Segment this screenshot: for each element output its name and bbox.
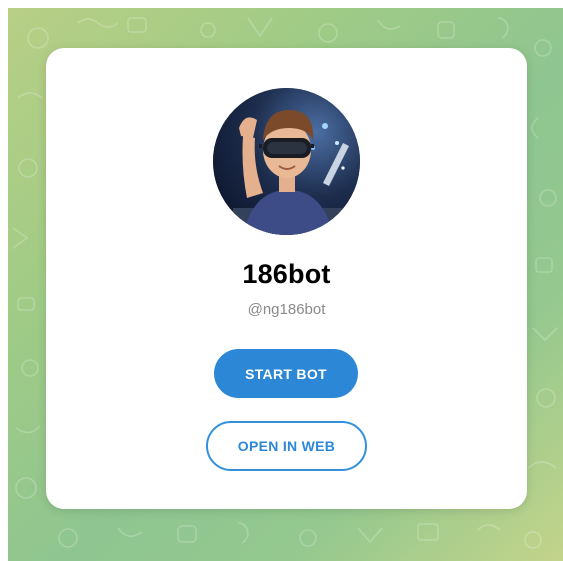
- bot-profile-card: 186bot @ng186bot START BOT OPEN IN WEB: [46, 48, 527, 509]
- avatar-illustration: [213, 88, 360, 235]
- bot-username: @ng186bot: [247, 301, 326, 318]
- bot-avatar: [213, 88, 360, 235]
- open-in-web-button[interactable]: OPEN IN WEB: [206, 421, 367, 471]
- chat-background: 186bot @ng186bot START BOT OPEN IN WEB: [8, 8, 563, 561]
- bot-name: 186bot: [242, 259, 331, 289]
- start-bot-button[interactable]: START BOT: [214, 349, 358, 398]
